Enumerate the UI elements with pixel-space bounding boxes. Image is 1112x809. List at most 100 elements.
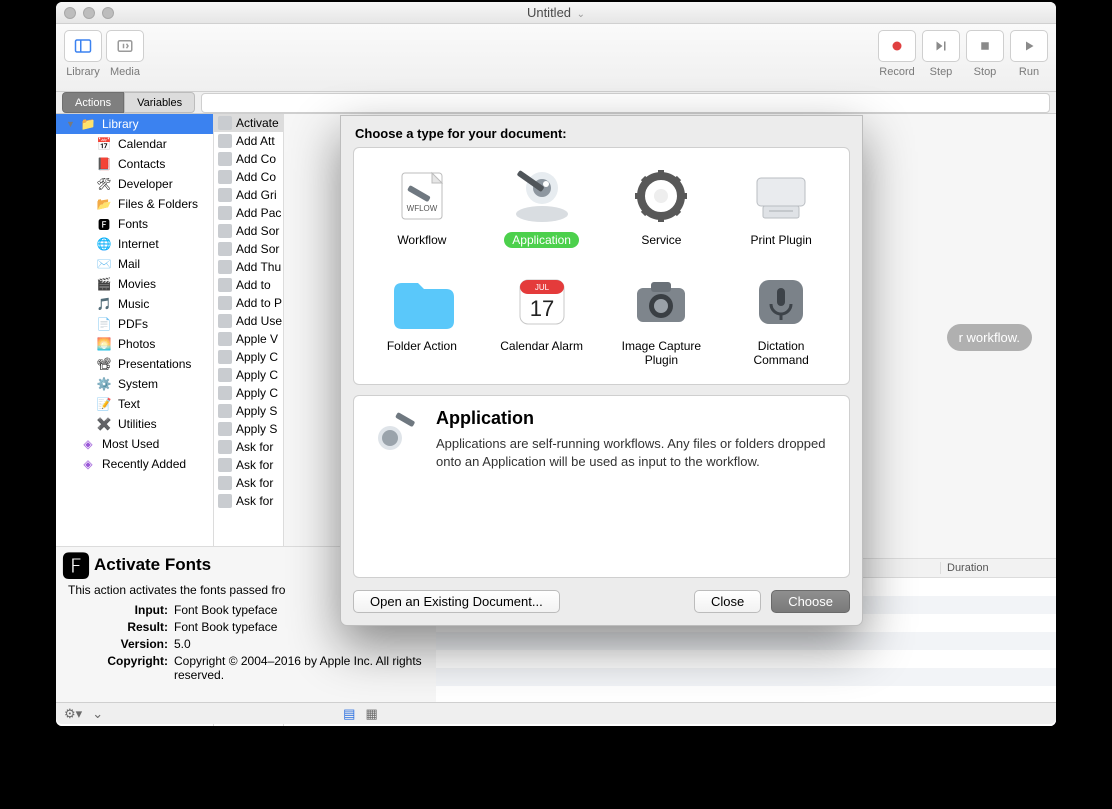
doc-type-application[interactable]: Application <box>482 160 602 252</box>
close-button[interactable]: Close <box>694 590 761 613</box>
media-button[interactable] <box>106 30 144 62</box>
sidebar-item-mail[interactable]: ✉️ Mail <box>56 254 213 274</box>
window-title[interactable]: Untitled ⌄ <box>527 5 585 20</box>
choose-button[interactable]: Choose <box>771 590 850 613</box>
sidebar-item-presentations[interactable]: 📽Presentations <box>56 354 213 374</box>
action-list-item[interactable]: Add Att <box>214 132 283 150</box>
step-icon <box>932 37 950 55</box>
action-list-item[interactable]: Ask for <box>214 492 283 510</box>
category-icon: ✖️ <box>96 416 112 432</box>
action-list-item[interactable]: Add to P <box>214 294 283 312</box>
sidebar-item-utilities[interactable]: ✖️Utilities <box>56 414 213 434</box>
doc-type-icon <box>746 164 816 228</box>
sidebar-item-most-used[interactable]: ◈ Most Used <box>56 434 213 454</box>
sidebar-item-system[interactable]: ⚙️System <box>56 374 213 394</box>
action-list-item[interactable]: Ask for <box>214 438 283 456</box>
category-icon: ⚙️ <box>96 376 112 392</box>
action-list-item[interactable]: Add to <box>214 276 283 294</box>
collapse-icon[interactable]: ⌄ <box>92 706 103 722</box>
sidebar-item-pdfs[interactable]: 📄PDFs <box>56 314 213 334</box>
doc-type-image-capture-plugin[interactable]: Image Capture Plugin <box>602 266 722 372</box>
action-list-item[interactable]: Add Gri <box>214 186 283 204</box>
doc-type-print-plugin[interactable]: Print Plugin <box>721 160 841 252</box>
doc-type-folder-action[interactable]: Folder Action <box>362 266 482 372</box>
action-label: Apply S <box>236 422 277 436</box>
log-col-duration[interactable]: Duration <box>940 562 1056 574</box>
font-icon: 🅵 <box>68 557 84 573</box>
sidebar-item-calendar[interactable]: 📅Calendar <box>56 134 213 154</box>
tab-variables[interactable]: Variables <box>124 92 195 113</box>
doc-type-icon <box>387 270 457 334</box>
sidebar-item-library[interactable]: ▼ 📁 Library <box>56 114 213 134</box>
doc-type-service[interactable]: Service <box>602 160 722 252</box>
action-label: Add Sor <box>236 224 279 238</box>
canvas-hint: r workflow. <box>947 324 1032 351</box>
action-icon <box>218 476 232 490</box>
action-list-item[interactable]: Add Co <box>214 168 283 186</box>
run-button[interactable] <box>1010 30 1048 62</box>
gear-icon[interactable]: ⚙︎▾ <box>64 706 82 722</box>
action-list-item[interactable]: Apply C <box>214 348 283 366</box>
step-button[interactable] <box>922 30 960 62</box>
action-list-item[interactable]: Add Co <box>214 150 283 168</box>
library-toggle-button[interactable] <box>64 30 102 62</box>
sidebar-item-label: Most Used <box>102 437 159 451</box>
sidebar-item-fonts[interactable]: 🅵Fonts <box>56 214 213 234</box>
sidebar-item-files-folders[interactable]: 📂Files & Folders <box>56 194 213 214</box>
sidebar-item-music[interactable]: 🎵Music <box>56 294 213 314</box>
action-list-item[interactable]: Add Sor <box>214 222 283 240</box>
doc-type-calendar-alarm[interactable]: JUL17Calendar Alarm <box>482 266 602 372</box>
action-icon <box>218 188 232 202</box>
title-chevron-icon: ⌄ <box>577 9 585 20</box>
action-label: Ask for <box>236 458 273 472</box>
sidebar-item-internet[interactable]: 🌐Internet <box>56 234 213 254</box>
action-list-item[interactable]: Add Sor <box>214 240 283 258</box>
action-list-item[interactable]: Apple V <box>214 330 283 348</box>
close-window-icon[interactable] <box>64 7 76 19</box>
desc-key-result: Result: <box>68 620 174 634</box>
action-label: Add to <box>236 278 271 292</box>
sidebar-item-contacts[interactable]: 📕Contacts <box>56 154 213 174</box>
tab-variables-label: Variables <box>137 97 182 109</box>
sidebar-item-text[interactable]: 📝Text <box>56 394 213 414</box>
sidebar-item-photos[interactable]: 🌅Photos <box>56 334 213 354</box>
minimize-window-icon[interactable] <box>83 7 95 19</box>
tab-actions[interactable]: Actions <box>62 92 124 113</box>
sidebar-item-developer[interactable]: 🛠Developer <box>56 174 213 194</box>
action-list-item[interactable]: Apply C <box>214 384 283 402</box>
action-label: Activate <box>236 116 279 130</box>
action-list-item[interactable]: Add Thu <box>214 258 283 276</box>
action-label: Add Use <box>236 314 282 328</box>
record-button[interactable] <box>878 30 916 62</box>
action-icon <box>218 224 232 238</box>
sidebar-item-recently-added[interactable]: ◈ Recently Added <box>56 454 213 474</box>
action-list-item[interactable]: Ask for <box>214 474 283 492</box>
action-icon <box>218 116 232 130</box>
grid-view-icon[interactable]: ▦ <box>365 706 377 722</box>
action-list-item[interactable]: Add Use <box>214 312 283 330</box>
category-icon: ✉️ <box>96 256 112 272</box>
sidebar-item-movies[interactable]: 🎬Movies <box>56 274 213 294</box>
sheet-button-row: Open an Existing Document... Close Choos… <box>353 590 850 613</box>
zoom-window-icon[interactable] <box>102 7 114 19</box>
sidebar-item-label: Mail <box>118 257 140 271</box>
open-existing-button[interactable]: Open an Existing Document... <box>353 590 560 613</box>
action-list-item[interactable]: Apply S <box>214 402 283 420</box>
action-list-item[interactable]: Add Pac <box>214 204 283 222</box>
doc-type-workflow[interactable]: WFLOWWorkflow <box>362 160 482 252</box>
search-input[interactable] <box>201 93 1050 113</box>
action-list-item[interactable]: Apply S <box>214 420 283 438</box>
action-label: Add Gri <box>236 188 277 202</box>
action-list-item[interactable]: Ask for <box>214 456 283 474</box>
media-icon <box>116 37 134 55</box>
action-icon <box>218 494 232 508</box>
category-icon: 🌐 <box>96 236 112 252</box>
list-view-icon[interactable]: ▤ <box>343 706 355 722</box>
category-icon: 🎬 <box>96 276 112 292</box>
disclosure-triangle-icon[interactable]: ▼ <box>66 119 74 129</box>
action-list-item[interactable]: Apply C <box>214 366 283 384</box>
stop-button[interactable] <box>966 30 1004 62</box>
doc-type-dictation-command[interactable]: Dictation Command <box>721 266 841 372</box>
action-list-item[interactable]: Activate <box>214 114 283 132</box>
action-icon <box>218 350 232 364</box>
